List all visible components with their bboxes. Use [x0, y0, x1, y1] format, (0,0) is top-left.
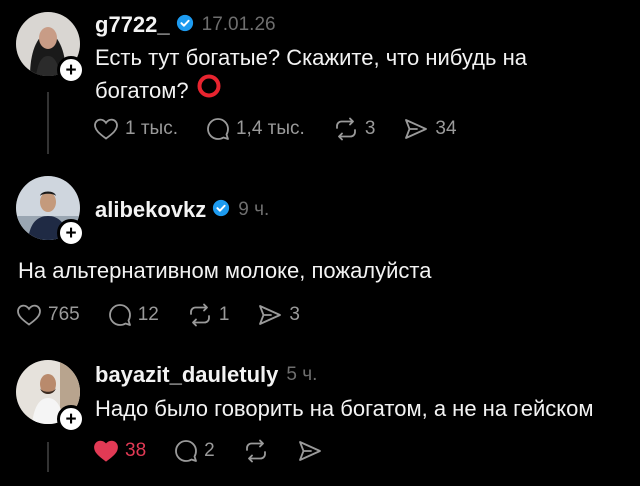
heart-filled-icon: [94, 440, 118, 462]
comment-icon: [207, 118, 229, 140]
repost-button[interactable]: [243, 439, 269, 463]
follow-plus-button[interactable]: +: [57, 219, 85, 247]
comment-count: 1,4 тыс.: [235, 118, 305, 139]
send-icon: [259, 305, 282, 325]
like-button[interactable]: 1 тыс.: [93, 117, 178, 141]
repost-button[interactable]: 1: [187, 303, 230, 327]
like-button[interactable]: 38: [93, 439, 146, 463]
comment-count: 2: [204, 440, 215, 461]
thread-line: [47, 92, 49, 154]
username[interactable]: alibekovkz: [95, 197, 206, 223]
repost-icon: [335, 117, 356, 141]
comment-count: 12: [137, 304, 159, 325]
comment-icon: [108, 304, 131, 326]
send-icon: [298, 441, 321, 461]
post-text-line: богатом?: [95, 78, 189, 103]
repost-icon: [245, 439, 266, 463]
verified-badge-icon: [212, 199, 230, 222]
comment-button[interactable]: 2: [174, 439, 215, 463]
share-count: 3: [289, 304, 300, 325]
like-count: 1 тыс.: [125, 118, 178, 139]
post-time: 17.01.26: [201, 14, 276, 35]
username[interactable]: g7722_: [95, 12, 170, 38]
post-text-line: Есть тут богатые? Скажите, что нибудь на: [95, 45, 527, 70]
share-button[interactable]: 3: [257, 303, 300, 327]
repost-count: 3: [364, 118, 376, 139]
post-time: 5 ч.: [286, 364, 318, 385]
comment-icon: [175, 440, 198, 462]
send-icon: [405, 119, 428, 139]
post-text: Есть тут богатые? Скажите, что нибудь на…: [95, 41, 625, 107]
verified-badge-icon: [176, 14, 194, 37]
share-count: 34: [435, 118, 457, 139]
repost-count: 1: [218, 304, 230, 325]
thread-line: [47, 442, 49, 472]
post-time: 9 ч.: [238, 199, 270, 220]
comment-button[interactable]: 1,4 тыс.: [206, 117, 305, 141]
follow-plus-button[interactable]: +: [57, 405, 85, 433]
comment-button[interactable]: 12: [108, 303, 159, 327]
heart-icon: [17, 304, 41, 326]
repost-icon: [189, 303, 210, 327]
post-text: На альтернативном молоке, пожалуйста: [18, 258, 432, 283]
username[interactable]: bayazit_dauletuly: [95, 362, 278, 388]
repost-button[interactable]: 3: [333, 117, 376, 141]
like-count: 38: [125, 440, 147, 461]
follow-plus-button[interactable]: +: [57, 56, 85, 84]
like-count: 765: [48, 304, 80, 325]
share-button[interactable]: [297, 439, 323, 463]
share-button[interactable]: 34: [403, 117, 457, 141]
red-circle-emoji-icon: [197, 74, 221, 107]
post-text: Надо было говорить на богатом, а не на г…: [95, 396, 594, 421]
like-button[interactable]: 765: [16, 303, 80, 327]
heart-icon: [94, 118, 118, 140]
